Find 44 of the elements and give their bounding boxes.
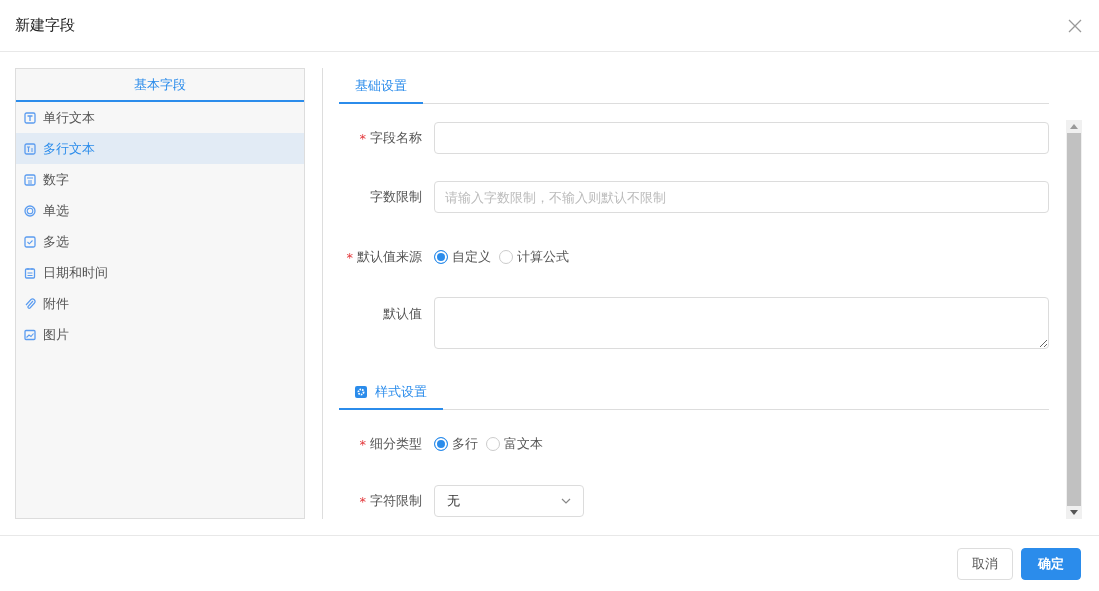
number-box-icon [24,173,36,186]
chevron-down-icon [561,498,571,504]
required-asterisk: * [346,249,353,265]
checkbox-icon [24,235,36,248]
radio-option[interactable]: 富文本 [486,435,543,453]
dialog-title: 新建字段 [15,16,75,35]
radio-icon [24,204,36,217]
sidebar-item[interactable]: 多选 [16,226,304,257]
section-tab[interactable]: 样式设置 [339,375,443,410]
sidebar-item[interactable]: 附件 [16,288,304,319]
settings-icon [355,385,367,398]
textarea-field[interactable] [434,297,1049,349]
field-label: 字段名称 [370,129,422,147]
field-label: 细分类型 [370,435,422,453]
paperclip-icon [24,297,36,310]
section-tab[interactable]: 基础设置 [339,69,423,104]
select-field[interactable]: 无 [434,485,584,517]
required-asterisk: * [359,436,366,452]
radio-option[interactable]: 多行 [434,435,478,453]
sidebar-item[interactable]: 单行文本 [16,102,304,133]
scroll-down-icon[interactable] [1070,510,1078,515]
scrollbar[interactable] [1066,120,1082,519]
field-label: 字符限制 [370,492,422,510]
field-label: 字数限制 [370,188,422,206]
calendar-icon [24,266,36,279]
image-icon [24,328,36,341]
input-field[interactable] [434,122,1049,154]
close-icon[interactable] [1068,18,1082,33]
field-label: 默认值来源 [357,248,422,266]
sidebar-item[interactable]: 数字 [16,164,304,195]
input-field[interactable]: 请输入字数限制，不输入则默认不限制 [434,181,1049,213]
sidebar-item[interactable]: 单选 [16,195,304,226]
required-asterisk: * [359,130,366,146]
radio-option[interactable]: 自定义 [434,248,491,266]
radio-option[interactable]: 计算公式 [499,248,569,266]
sidebar-item[interactable]: 图片 [16,319,304,350]
text-lines-icon [24,142,36,155]
text-box-icon [24,111,36,124]
required-asterisk: * [359,493,366,509]
field-label: 默认值 [383,305,422,323]
sidebar-title: 基本字段 [16,69,304,102]
cancel-button[interactable]: 取消 [957,547,1013,580]
scroll-up-icon[interactable] [1070,124,1078,129]
sidebar-item[interactable]: 日期和时间 [16,257,304,288]
